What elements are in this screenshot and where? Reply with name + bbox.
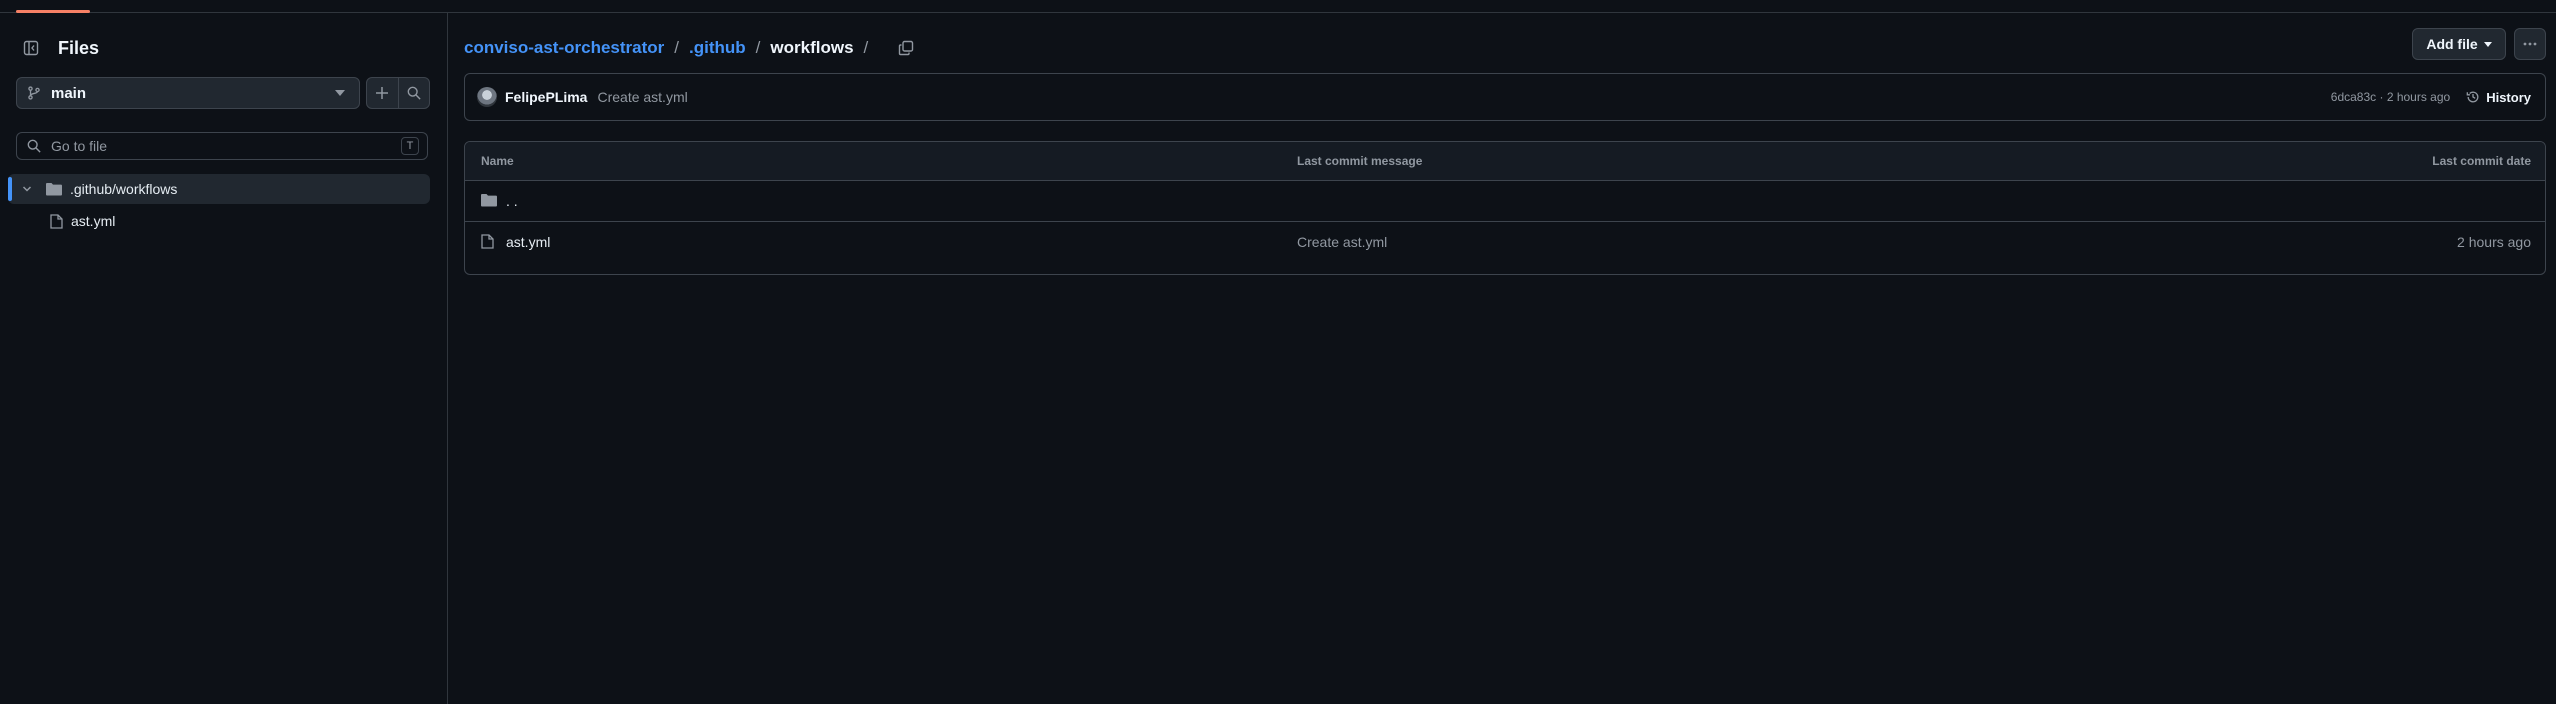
file-icon <box>481 234 494 249</box>
folder-open-icon <box>46 182 62 196</box>
search-icon <box>27 139 41 153</box>
tree-item-workflows-folder[interactable]: .github/workflows <box>8 174 430 204</box>
kebab-horizontal-icon <box>2523 42 2537 46</box>
history-icon <box>2466 90 2480 104</box>
tree-item-ast-yml[interactable]: ast.yml <box>8 206 430 236</box>
file-commit-message-link[interactable]: Create ast.yml <box>1297 234 1387 250</box>
branch-name: main <box>51 84 87 102</box>
breadcrumb-separator: / <box>863 38 869 57</box>
tree-actions <box>366 77 430 109</box>
file-tree-sidebar: Files main T .github/workflows <box>0 13 448 704</box>
keyboard-shortcut-badge: T <box>401 137 419 155</box>
breadcrumb: conviso-ast-orchestrator / .github / wor… <box>464 31 914 65</box>
table-row[interactable]: ast.yml Create ast.yml 2 hours ago <box>465 222 2545 262</box>
column-header-name: Name <box>481 154 514 168</box>
avatar[interactable] <box>477 87 497 107</box>
file-commit-date: 2 hours ago <box>2457 234 2531 250</box>
commit-author[interactable]: FelipePLima <box>505 89 587 105</box>
file-icon <box>50 213 63 229</box>
tree-item-label: ast.yml <box>71 213 116 229</box>
add-file-plus-icon[interactable] <box>367 78 398 108</box>
tree-item-label: .github/workflows <box>70 181 178 197</box>
breadcrumb-folder-link[interactable]: .github <box>689 38 746 58</box>
folder-icon <box>481 193 497 207</box>
commit-hash-time[interactable]: 6dca83c · 2 hours ago <box>2331 90 2450 104</box>
add-file-button[interactable]: Add file <box>2412 28 2506 60</box>
top-nav-strip <box>0 0 2556 13</box>
go-to-file-search[interactable]: T <box>16 132 428 160</box>
column-header-date: Last commit date <box>2432 154 2531 168</box>
column-header-message: Last commit message <box>1297 154 1423 168</box>
sidebar-title: Files <box>58 37 100 58</box>
file-name-link[interactable]: ast.yml <box>506 234 550 250</box>
triangle-down-icon <box>335 90 345 96</box>
history-button[interactable]: History <box>2466 90 2531 105</box>
parent-directory-link[interactable]: . . <box>506 193 518 209</box>
chevron-down-icon[interactable] <box>22 184 32 194</box>
main-content: conviso-ast-orchestrator / .github / wor… <box>448 13 2556 704</box>
breadcrumb-current: workflows <box>770 38 854 57</box>
more-options-button[interactable] <box>2514 28 2546 60</box>
git-branch-icon <box>27 86 41 100</box>
latest-commit-bar: FelipePLima Create ast.yml 6dca83c · 2 h… <box>464 73 2546 121</box>
history-label: History <box>2486 89 2531 105</box>
branch-selector[interactable]: main <box>16 77 360 109</box>
commit-message[interactable]: Create ast.yml <box>597 89 687 105</box>
sidebar-header: Files <box>16 31 99 65</box>
search-files-icon[interactable] <box>397 78 430 108</box>
add-file-label: Add file <box>2426 36 2478 52</box>
breadcrumb-separator: / <box>755 38 761 57</box>
breadcrumb-repo-link[interactable]: conviso-ast-orchestrator <box>464 38 664 58</box>
go-to-file-input[interactable] <box>49 137 401 155</box>
triangle-down-icon <box>2483 41 2492 47</box>
breadcrumb-separator: / <box>674 38 680 57</box>
copy-path-icon[interactable] <box>898 40 914 56</box>
table-header: Name Last commit message Last commit dat… <box>465 142 2545 181</box>
file-table: Name Last commit message Last commit dat… <box>464 141 2546 275</box>
table-row-parent-directory[interactable]: . . <box>465 181 2545 222</box>
collapse-sidebar-icon[interactable] <box>16 33 46 63</box>
